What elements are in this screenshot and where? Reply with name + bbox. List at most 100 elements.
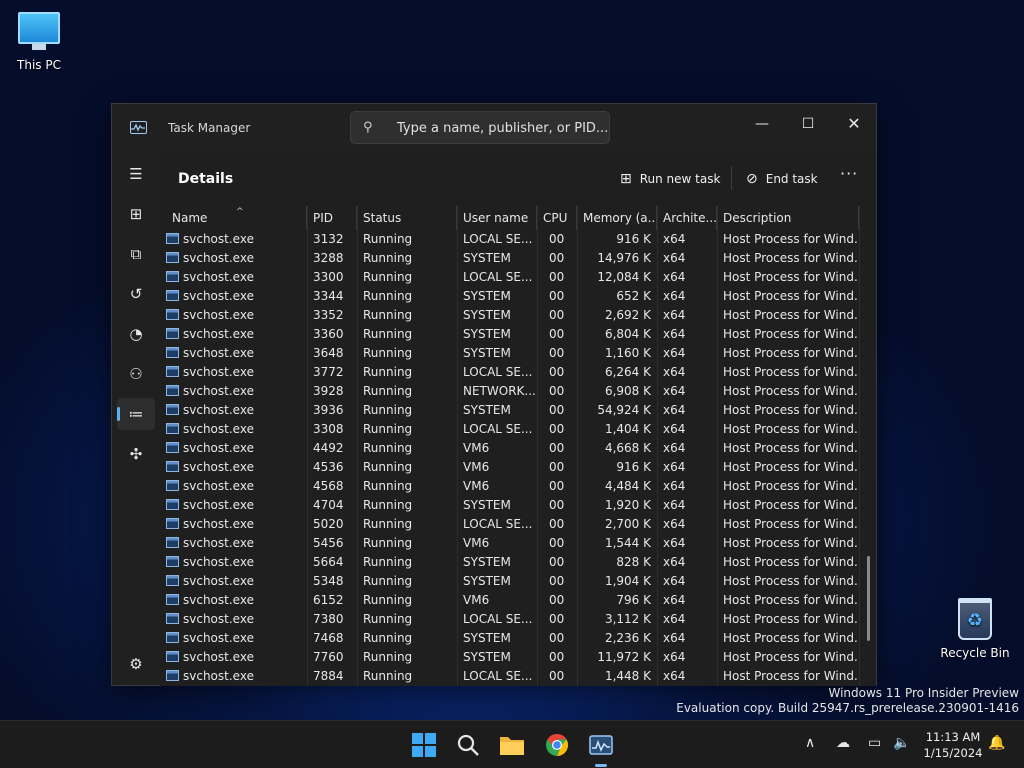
maximize-button[interactable]: ☐ — [785, 110, 831, 138]
network-icon[interactable]: ▭ — [868, 735, 881, 751]
details-panel: Details ⊞ Run new task ⊘ End task ··· Na… — [160, 150, 876, 686]
table-row[interactable]: svchost.exe 3928 Running NETWORK... 00 6,908 … — [160, 382, 860, 401]
start-button[interactable] — [410, 731, 438, 759]
hamburger-icon[interactable]: ☰ — [117, 158, 155, 190]
cell-cpu: 00 — [549, 536, 565, 550]
table-row[interactable]: svchost.exe 5348 Running SYSTEM 00 1,904 K x64… — [160, 572, 860, 591]
table-row[interactable]: svchost.exe 3308 Running LOCAL SE... 00 1,404… — [160, 420, 860, 439]
process-icon — [166, 537, 179, 548]
table-row[interactable]: svchost.exe 7884 Running LOCAL SE... 00 1,448… — [160, 667, 860, 686]
desktop-icon-this-pc[interactable]: This PC — [1, 12, 77, 72]
table-row[interactable]: svchost.exe 7760 Running SYSTEM 00 11,972 K x6… — [160, 648, 860, 667]
more-options-button[interactable]: ··· — [840, 164, 858, 183]
table-row[interactable]: svchost.exe 5664 Running SYSTEM 00 828 K x64 Ho… — [160, 553, 860, 572]
table-row[interactable]: svchost.exe 4704 Running SYSTEM 00 1,920 K x64… — [160, 496, 860, 515]
run-new-task-button[interactable]: ⊞ Run new task — [620, 168, 720, 190]
cell-arch: x64 — [663, 251, 686, 265]
table-row[interactable]: svchost.exe 3352 Running SYSTEM 00 2,692 K x64… — [160, 306, 860, 325]
cell-desc: Host Process for Wind... — [723, 365, 857, 379]
cell-status: Running — [363, 669, 413, 683]
process-icon — [166, 328, 179, 339]
cell-mem: 6,804 K — [604, 327, 651, 341]
process-icon — [166, 442, 179, 453]
title-bar[interactable]: Task Manager ⚲ Type a name, publisher, o… — [112, 104, 876, 150]
table-row[interactable]: svchost.exe 3648 Running SYSTEM 00 1,160 K x64… — [160, 344, 860, 363]
volume-icon[interactable]: 🔈 — [893, 735, 910, 751]
table-row[interactable]: svchost.exe 5456 Running VM6 00 1,544 K x64 Hos… — [160, 534, 860, 553]
process-name: svchost.exe — [183, 631, 254, 645]
column-header-user-name[interactable]: User name — [457, 206, 537, 230]
cell-desc: Host Process for Wind... — [723, 574, 857, 588]
performance-icon[interactable]: ⧉ — [117, 238, 155, 270]
table-row[interactable]: svchost.exe 4492 Running VM6 00 4,668 K x64 Hos… — [160, 439, 860, 458]
cell-pid: 3936 — [313, 403, 344, 417]
notification-bell-icon[interactable]: 🔔 — [988, 735, 1005, 751]
search-input[interactable]: ⚲ Type a name, publisher, or PID... — [350, 111, 610, 144]
cell-cpu: 00 — [549, 574, 565, 588]
column-header-memory[interactable]: Memory (a... — [577, 206, 657, 230]
show-hidden-icons-button[interactable]: ∧ — [805, 735, 815, 751]
app-history-icon[interactable]: ↺ — [117, 278, 155, 310]
table-row[interactable]: svchost.exe 3288 Running SYSTEM 00 14,976 K x6… — [160, 249, 860, 268]
table-row[interactable]: svchost.exe 3300 Running LOCAL SE... 00 12,08… — [160, 268, 860, 287]
file-explorer-button[interactable] — [498, 731, 526, 759]
cell-user: SYSTEM — [463, 574, 511, 588]
chrome-button[interactable] — [543, 731, 571, 759]
details-icon[interactable]: ≔ — [117, 398, 155, 430]
processes-icon[interactable]: ⊞ — [117, 198, 155, 230]
table-row[interactable]: svchost.exe 4536 Running VM6 00 916 K x64 Host … — [160, 458, 860, 477]
search-icon: ⚲ — [363, 120, 373, 135]
cell-status: Running — [363, 270, 413, 284]
table-row[interactable]: svchost.exe 4568 Running VM6 00 4,484 K x64 Hos… — [160, 477, 860, 496]
table-row[interactable]: svchost.exe 7380 Running LOCAL SE... 00 3,112… — [160, 610, 860, 629]
process-name: svchost.exe — [183, 251, 254, 265]
users-icon[interactable]: ⚇ — [117, 358, 155, 390]
minimize-button[interactable]: — — [739, 110, 785, 138]
end-task-button[interactable]: ⊘ End task — [746, 168, 818, 190]
close-button[interactable]: ✕ — [831, 110, 877, 138]
table-row[interactable]: svchost.exe 3344 Running SYSTEM 00 652 K x64 Ho… — [160, 287, 860, 306]
search-button[interactable] — [454, 731, 482, 759]
column-header-pid[interactable]: PID — [307, 206, 357, 230]
process-name: svchost.exe — [183, 327, 254, 341]
cell-name: svchost.exe — [166, 629, 307, 648]
table-row[interactable]: svchost.exe 6152 Running VM6 00 796 K x64 Host … — [160, 591, 860, 610]
watermark-line-2: Evaluation copy. Build 25947.rs_prerelea… — [676, 701, 1019, 715]
cell-user: VM6 — [463, 536, 490, 550]
process-icon — [166, 347, 179, 358]
column-header-cpu[interactable]: CPU — [537, 206, 577, 230]
cell-cpu: 00 — [549, 403, 565, 417]
column-header-description[interactable]: Description — [717, 206, 859, 230]
cell-arch: x64 — [663, 574, 686, 588]
desktop-icon-recycle-bin[interactable]: ♻ Recycle Bin — [937, 598, 1013, 660]
settings-icon[interactable]: ⚙ — [117, 648, 155, 680]
taskbar-clock[interactable]: 11:13 AM 1/15/2024 — [918, 729, 988, 761]
cell-user: SYSTEM — [463, 555, 511, 569]
cell-arch: x64 — [663, 365, 686, 379]
table-row[interactable]: svchost.exe 3360 Running SYSTEM 00 6,804 K x64… — [160, 325, 860, 344]
cell-user: VM6 — [463, 593, 490, 607]
column-header-architecture[interactable]: Archite... — [657, 206, 717, 230]
cell-status: Running — [363, 479, 413, 493]
vertical-scrollbar[interactable] — [867, 556, 870, 641]
column-header-status[interactable]: Status — [357, 206, 457, 230]
cell-name: svchost.exe — [166, 591, 307, 610]
table-row[interactable]: svchost.exe 7468 Running SYSTEM 00 2,236 K x64… — [160, 629, 860, 648]
table-row[interactable]: svchost.exe 3132 Running LOCAL SE... 00 916 K… — [160, 230, 860, 249]
cell-name: svchost.exe — [166, 610, 307, 629]
cell-user: NETWORK... — [463, 384, 536, 398]
services-icon[interactable]: ✣ — [117, 438, 155, 470]
column-header-name[interactable]: Name ^ — [166, 206, 307, 230]
process-name: svchost.exe — [183, 650, 254, 664]
startup-apps-icon[interactable]: ◔ — [117, 318, 155, 350]
cell-cpu: 00 — [549, 289, 565, 303]
task-manager-taskbar-button[interactable] — [587, 731, 615, 767]
table-row[interactable]: svchost.exe 3936 Running SYSTEM 00 54,924 K x6… — [160, 401, 860, 420]
table-row[interactable]: svchost.exe 3772 Running LOCAL SE... 00 6,264… — [160, 363, 860, 382]
process-icon — [166, 271, 179, 282]
table-row[interactable]: svchost.exe 5020 Running LOCAL SE... 00 2,700… — [160, 515, 860, 534]
cell-pid: 3352 — [313, 308, 344, 322]
monitor-icon — [18, 12, 60, 50]
cell-arch: x64 — [663, 669, 686, 683]
onedrive-icon[interactable]: ☁ — [836, 735, 850, 751]
